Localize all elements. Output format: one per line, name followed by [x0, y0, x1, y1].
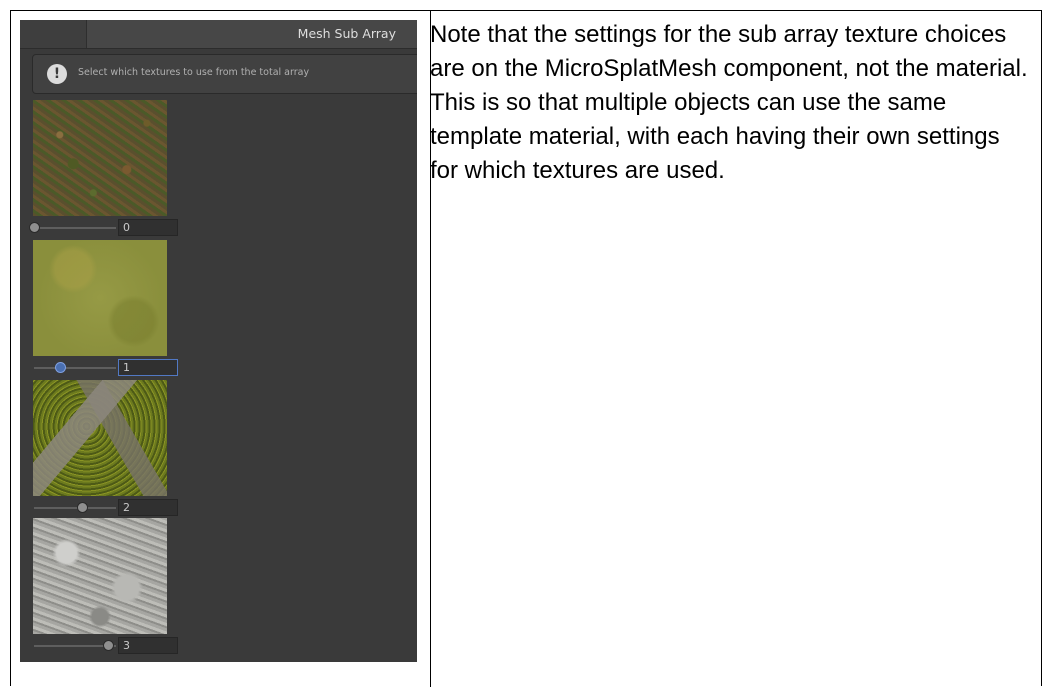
note-paragraph: Note that the settings for the sub array… [430, 21, 1028, 184]
texture-slider-knob[interactable] [55, 362, 66, 373]
texture-index-field[interactable]: 1 [118, 359, 178, 376]
texture-slot-2: 2 [32, 380, 198, 520]
texture-slider-track[interactable] [34, 367, 116, 369]
texture-slider-track[interactable] [34, 507, 116, 509]
texture-thumbnail [33, 100, 167, 216]
inspector-header: Mesh Sub Array [20, 20, 417, 49]
texture-slider-knob[interactable] [29, 222, 40, 233]
texture-index-field[interactable]: 2 [118, 499, 178, 516]
texture-index-field[interactable]: 3 [118, 637, 178, 654]
mesh-sub-array-panel: Mesh Sub Array ! Select which textures t… [20, 20, 417, 662]
texture-thumbnail [33, 518, 167, 634]
exclamation-icon: ! [47, 64, 67, 84]
panel-title: Mesh Sub Array [297, 26, 396, 41]
help-box: ! Select which textures to use from the … [32, 54, 417, 94]
texture-slider-track[interactable] [34, 227, 116, 229]
texture-slot-1: 1 [32, 240, 198, 380]
texture-index-field[interactable]: 0 [118, 219, 178, 236]
texture-slider-knob[interactable] [77, 502, 88, 513]
texture-slider-knob[interactable] [103, 640, 114, 651]
texture-slot-3: 3 [32, 518, 198, 658]
mesh-sub-array-foldout[interactable]: Mesh Sub Array [86, 20, 417, 48]
texture-slot-0: 0 [29, 100, 198, 240]
help-text: Select which textures to use from the to… [78, 67, 310, 78]
texture-thumbnail [33, 240, 167, 356]
texture-thumbnail [33, 380, 167, 496]
